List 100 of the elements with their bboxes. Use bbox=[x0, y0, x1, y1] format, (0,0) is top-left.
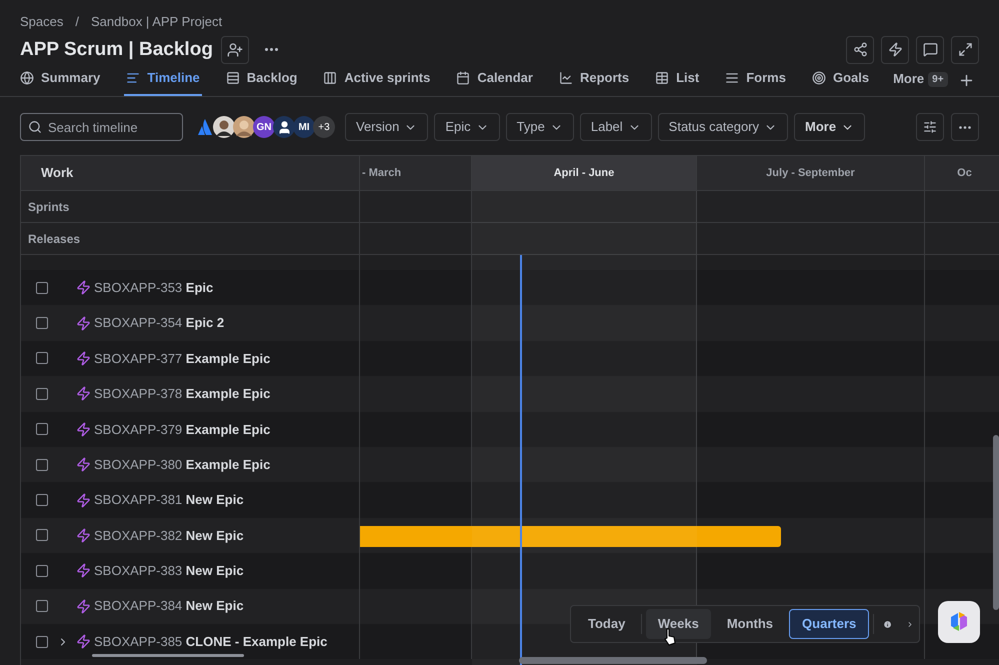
tab[interactable]: Summary bbox=[18, 68, 102, 96]
sliders-icon bbox=[923, 120, 937, 134]
issue-title[interactable]: SBOXAPP-379 Example Epic bbox=[94, 420, 270, 439]
breadcrumb-link[interactable]: Spaces bbox=[20, 12, 64, 32]
chart-icon bbox=[558, 71, 573, 85]
more-icon bbox=[959, 126, 971, 128]
issue-title[interactable]: SBOXAPP-383 New Epic bbox=[94, 561, 244, 581]
epic-icon bbox=[76, 350, 91, 366]
zoom-option[interactable]: Quarters bbox=[789, 609, 870, 639]
checkbox[interactable] bbox=[36, 352, 48, 364]
epic-icon bbox=[76, 316, 91, 331]
checkbox[interactable] bbox=[36, 600, 48, 612]
filter-dropdown[interactable]: Label bbox=[580, 113, 652, 141]
epic-icon bbox=[76, 634, 91, 650]
tab[interactable]: Active sprints bbox=[321, 68, 432, 96]
issue-title[interactable]: SBOXAPP-378 Example Epic bbox=[94, 384, 270, 404]
checkbox[interactable] bbox=[36, 317, 48, 330]
checkbox[interactable] bbox=[36, 282, 48, 294]
tab[interactable]: Reports bbox=[556, 68, 632, 96]
lightning-icon bbox=[888, 42, 902, 58]
epic-icon bbox=[76, 422, 91, 437]
form-icon bbox=[725, 71, 740, 85]
section-label: Releases bbox=[28, 230, 80, 248]
quarter-header: April - June bbox=[472, 156, 697, 190]
quarter-header: Oc bbox=[925, 156, 999, 190]
speech-bubble-icon bbox=[922, 42, 938, 58]
more-icon[interactable] bbox=[264, 48, 278, 52]
issue-title[interactable]: SBOXAPP-353 Epic bbox=[94, 278, 214, 298]
tab[interactable]: List bbox=[653, 68, 702, 96]
more-tab[interactable]: More 9+ bbox=[893, 68, 948, 96]
avatar[interactable]: MI bbox=[293, 116, 315, 138]
zoom-option[interactable]: Weeks bbox=[646, 609, 711, 639]
vertical-scrollbar[interactable] bbox=[993, 435, 999, 610]
share-button[interactable] bbox=[846, 36, 874, 64]
board-icon bbox=[323, 71, 338, 85]
add-people-button[interactable] bbox=[220, 36, 249, 64]
horizontal-scrollbar[interactable] bbox=[519, 657, 707, 664]
issue-title[interactable]: SBOXAPP-380 Example Epic bbox=[94, 454, 270, 474]
checkbox[interactable] bbox=[36, 636, 48, 648]
epic-bar[interactable] bbox=[360, 526, 781, 547]
calendar-icon bbox=[456, 71, 470, 85]
fullscreen-button[interactable] bbox=[951, 36, 979, 64]
more-button[interactable] bbox=[951, 113, 979, 141]
search-icon bbox=[28, 120, 42, 134]
epic-icon bbox=[76, 280, 91, 296]
tab[interactable]: Timeline bbox=[124, 68, 202, 96]
tab[interactable]: Forms bbox=[723, 68, 788, 96]
filter-dropdown[interactable]: More bbox=[794, 113, 866, 141]
page-title: APP Scrum | Backlog bbox=[20, 38, 213, 62]
issue-title[interactable]: SBOXAPP-385 CLONE - Example Epic bbox=[94, 632, 328, 652]
avatar[interactable] bbox=[233, 116, 255, 138]
assistant-button[interactable] bbox=[938, 601, 980, 643]
issue-title[interactable]: SBOXAPP-384 New Epic bbox=[94, 596, 244, 616]
scroll-bar[interactable] bbox=[92, 654, 244, 658]
issue-title[interactable]: SBOXAPP-382 New Epic bbox=[94, 526, 244, 546]
epic-icon bbox=[76, 457, 91, 472]
checkbox[interactable] bbox=[36, 388, 48, 400]
tab[interactable]: Goals bbox=[810, 68, 872, 96]
column-header: Work bbox=[41, 164, 74, 182]
avatar-count[interactable]: +3 bbox=[313, 116, 335, 138]
avatar[interactable] bbox=[273, 116, 295, 138]
filter-dropdown[interactable]: Type bbox=[506, 113, 574, 141]
checkbox[interactable] bbox=[36, 564, 48, 577]
list-icon bbox=[226, 71, 240, 85]
search-field[interactable]: Search timeline bbox=[20, 113, 183, 141]
view-settings-button[interactable] bbox=[916, 113, 944, 141]
issue-title[interactable]: SBOXAPP-354 Epic 2 bbox=[94, 313, 224, 333]
timeline-icon bbox=[126, 71, 140, 85]
tab[interactable]: Calendar bbox=[454, 68, 535, 96]
share-icon bbox=[852, 42, 868, 58]
checkbox[interactable] bbox=[36, 423, 48, 436]
filter-dropdown[interactable]: Epic bbox=[434, 113, 500, 141]
epic-icon bbox=[76, 492, 91, 508]
zoom-option[interactable]: Months bbox=[714, 609, 786, 639]
issue-title[interactable]: SBOXAPP-381 New Epic bbox=[94, 490, 244, 510]
automation-button[interactable] bbox=[881, 36, 909, 64]
zoom-option[interactable]: Today bbox=[576, 609, 638, 639]
breadcrumb-separator: / bbox=[74, 13, 80, 31]
issue-title[interactable]: SBOXAPP-377 Example Epic bbox=[94, 348, 270, 368]
count-badge: 9+ bbox=[928, 72, 948, 86]
filter-dropdown[interactable]: Status category bbox=[658, 113, 788, 141]
breadcrumb-link[interactable]: Sandbox | APP Project bbox=[91, 12, 222, 32]
avatar[interactable] bbox=[213, 116, 235, 138]
cursor-icon bbox=[663, 628, 677, 646]
app-logo-icon bbox=[949, 611, 969, 633]
logo-icon bbox=[197, 118, 213, 136]
feedback-button[interactable] bbox=[916, 36, 944, 64]
epic-icon bbox=[76, 528, 91, 543]
checkbox[interactable] bbox=[36, 494, 48, 506]
tab[interactable]: Backlog bbox=[224, 68, 300, 96]
expand-icon bbox=[958, 42, 972, 58]
checkbox[interactable] bbox=[36, 458, 48, 471]
filter-dropdown[interactable]: Version bbox=[345, 113, 428, 141]
avatar[interactable]: GN bbox=[253, 116, 275, 138]
checkbox[interactable] bbox=[36, 529, 48, 542]
epic-icon bbox=[76, 386, 91, 402]
epic-icon bbox=[76, 563, 91, 578]
section-label: Sprints bbox=[28, 198, 70, 216]
table-icon bbox=[655, 71, 670, 85]
quarter-header: July - September bbox=[697, 156, 925, 190]
